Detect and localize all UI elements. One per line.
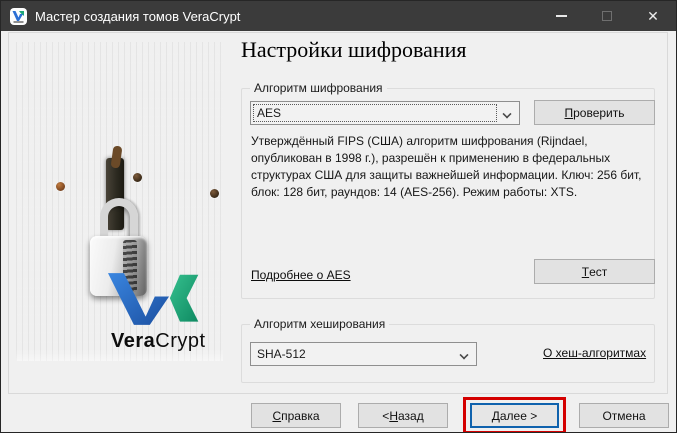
veracrypt-logo-icon — [10, 8, 27, 25]
check-button[interactable]: Проверить — [534, 100, 655, 125]
wizard-content-panel: VeraCrypt Настройки шифрования Алгоритм … — [8, 32, 668, 394]
titlebar: Мастер создания томов VeraCrypt ✕ — [1, 1, 676, 31]
hash-info-link[interactable]: О хеш-алгоритмах — [543, 346, 646, 360]
screw-icon — [133, 173, 142, 182]
page-title: Настройки шифрования — [241, 37, 467, 63]
wizard-banner-image: VeraCrypt — [16, 42, 223, 361]
encryption-group-label: Алгоритм шифрования — [250, 81, 387, 95]
encryption-algorithm-value: AES — [257, 106, 281, 120]
window-title: Мастер создания томов VeraCrypt — [35, 9, 240, 24]
hash-group-label: Алгоритм хеширования — [250, 317, 389, 331]
next-button[interactable]: Далее > — [470, 403, 559, 428]
combo-focus-rect — [253, 104, 497, 122]
hash-algorithm-select[interactable]: SHA-512 — [250, 342, 477, 366]
window-controls: ✕ — [538, 1, 676, 31]
photo-bottom-highlight — [16, 349, 223, 361]
minimize-icon — [556, 15, 567, 17]
algorithm-description: Утверждённый FIPS (США) алгоритм шифрова… — [251, 133, 653, 201]
benchmark-button[interactable]: Тест — [534, 259, 655, 284]
maximize-icon — [602, 11, 612, 21]
red-highlight-annotation: Далее > — [463, 397, 566, 433]
encryption-algorithm-group: Алгоритм шифрования AES Проверить Утверж… — [241, 88, 655, 299]
minimize-button[interactable] — [538, 1, 584, 31]
screw-icon — [56, 182, 65, 191]
screw-icon — [210, 189, 219, 198]
veracrypt-logo — [108, 270, 200, 331]
close-button[interactable]: ✕ — [630, 1, 676, 31]
maximize-button[interactable] — [584, 1, 630, 31]
chevron-down-icon — [459, 350, 468, 359]
close-icon: ✕ — [647, 9, 659, 23]
veracrypt-wizard-window: Мастер создания томов VeraCrypt ✕ — [0, 0, 677, 433]
hash-algorithm-value: SHA-512 — [257, 347, 306, 361]
chevron-down-icon — [502, 109, 511, 118]
more-about-aes-link[interactable]: Подробнее о AES — [251, 268, 351, 282]
hash-algorithm-group: Алгоритм хеширования SHA-512 О хеш-алгор… — [241, 324, 655, 383]
back-button[interactable]: < Назад — [358, 403, 448, 428]
encryption-algorithm-select[interactable]: AES — [250, 101, 520, 125]
cancel-button[interactable]: Отмена — [579, 403, 669, 428]
help-button[interactable]: Справка — [251, 403, 341, 428]
